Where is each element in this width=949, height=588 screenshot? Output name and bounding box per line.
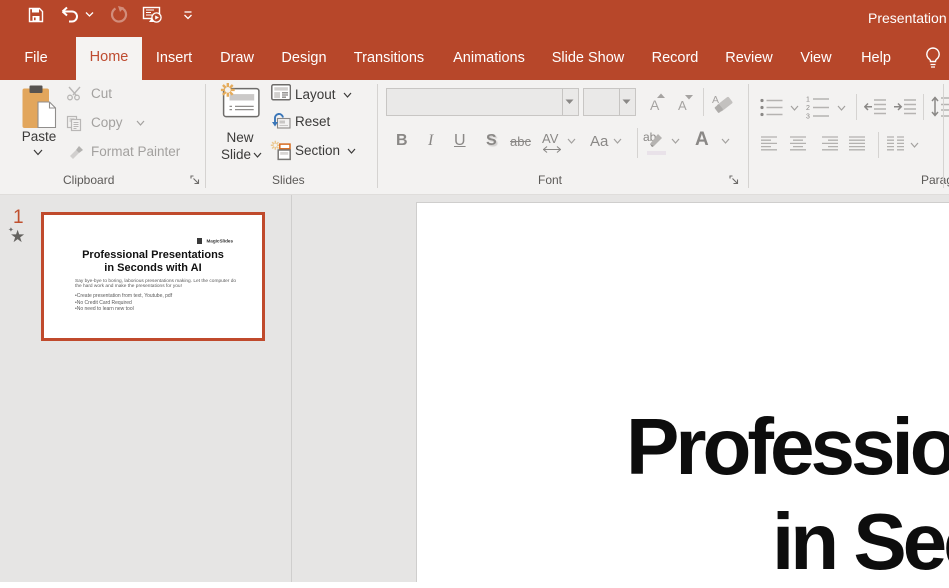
- svg-text:A: A: [712, 94, 719, 106]
- svg-text:1: 1: [806, 97, 810, 104]
- svg-text:3: 3: [806, 114, 810, 120]
- svg-text:2: 2: [806, 105, 810, 112]
